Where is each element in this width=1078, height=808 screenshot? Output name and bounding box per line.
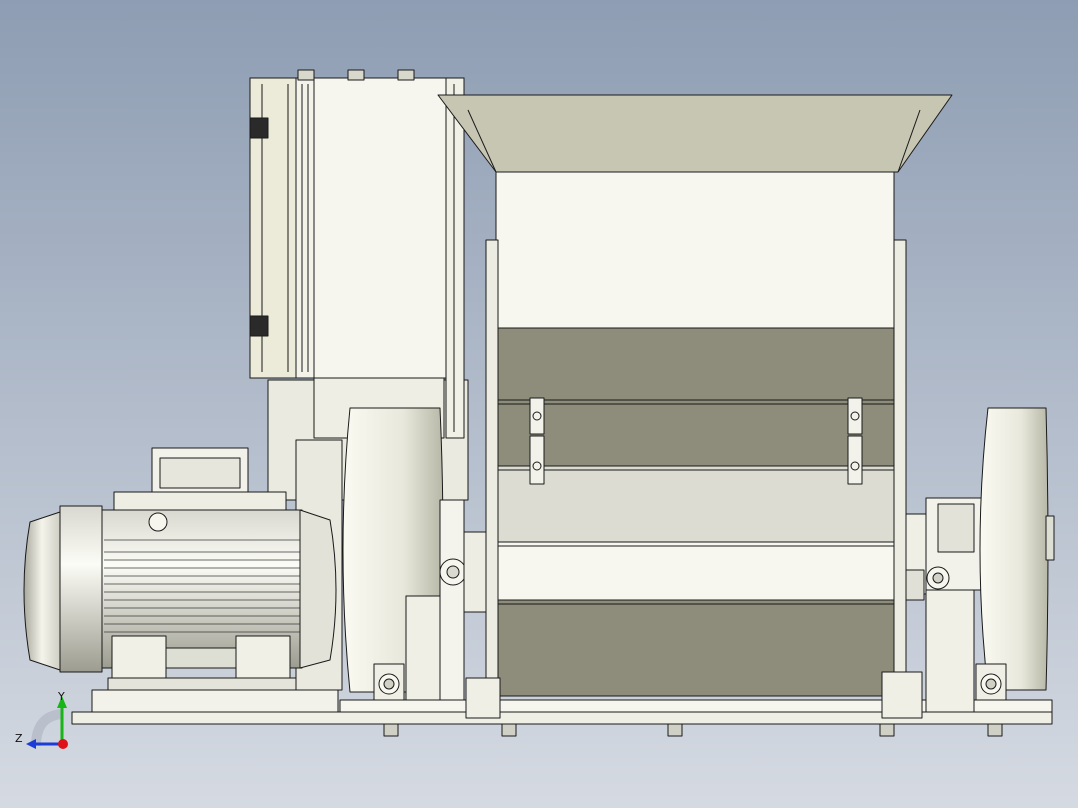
crusher-chamber [465, 171, 923, 719]
z-axis-label: Z [15, 732, 23, 745]
x-axis-dot [58, 739, 68, 749]
chamber-dark-band-2 [489, 399, 903, 467]
chamber-dark-band-1 [495, 327, 895, 401]
feed-hopper [437, 94, 953, 173]
cad-viewport[interactable]: Y Z [0, 0, 1078, 808]
chamber-white-band [489, 541, 903, 601]
flywheel-right [979, 407, 1055, 691]
chamber-light-band [489, 465, 903, 543]
motor-mount-base [91, 689, 339, 713]
cabinet-hinge-bottom [249, 315, 269, 337]
cad-drawing: Y Z [0, 0, 1078, 808]
motor-lifting-eye [148, 512, 168, 532]
chamber-upper-panel [495, 171, 895, 329]
y-axis-label: Y [57, 690, 65, 703]
cabinet-hinge-top [249, 117, 269, 139]
eye-bolt-left [373, 663, 405, 701]
chamber-dark-band-3 [489, 599, 903, 697]
eye-bolt-right [975, 663, 1007, 701]
